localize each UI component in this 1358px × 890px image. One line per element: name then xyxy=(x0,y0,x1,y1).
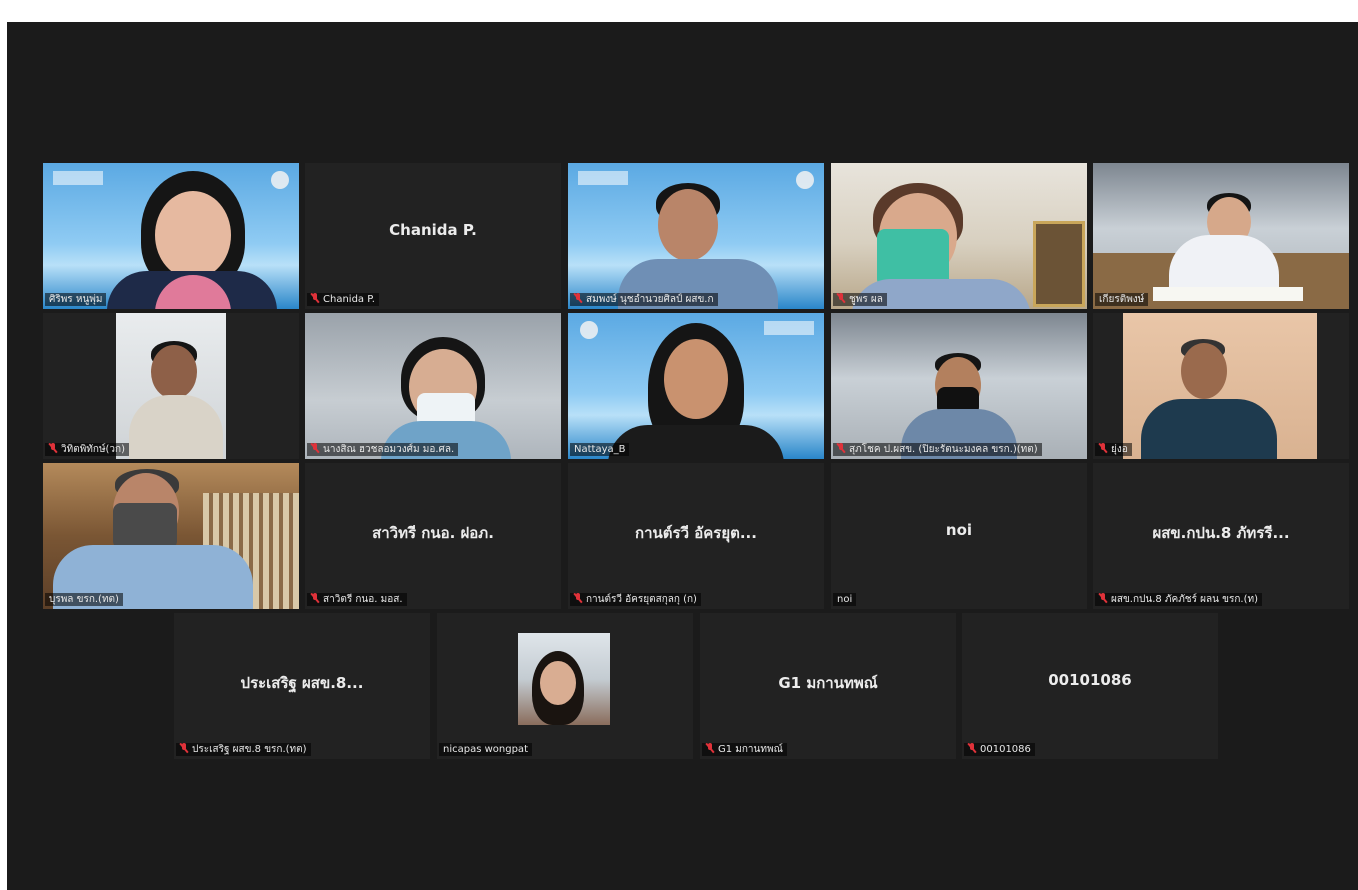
participant-name: เกียรติพงษ์ xyxy=(1095,293,1149,306)
participant-tile[interactable]: สาวิทรี กนอ. ฝอภ. สาวิตรี กนอ. มอส. xyxy=(305,463,561,609)
participant-name: กานต์รวี อัครยุตสกุลกุ (ก) xyxy=(570,593,701,606)
mic-muted-icon xyxy=(837,443,845,453)
participant-tile[interactable]: ศิริพร หนูพุ่ม xyxy=(43,163,299,309)
participant-display-name: ผสข.กปน.8 ภัทรรี... xyxy=(1152,524,1290,542)
mic-muted-icon xyxy=(574,293,582,303)
mic-muted-icon xyxy=(574,593,582,603)
participant-tile-active-speaker[interactable]: Nattaya_B xyxy=(568,313,824,459)
participant-tile[interactable]: ชูพร ผล xyxy=(831,163,1087,309)
participant-display-name: G1 มกานทพณ์ xyxy=(778,674,878,692)
mic-muted-icon xyxy=(968,743,976,753)
mic-muted-icon xyxy=(706,743,714,753)
participant-name: 00101086 xyxy=(964,743,1035,756)
participant-display-name: กานต์รวี อัครยุต... xyxy=(635,524,757,542)
emblem-icon xyxy=(271,171,289,189)
participant-name: ชูพร ผล xyxy=(833,293,887,306)
background-logo xyxy=(53,171,103,185)
participant-display-name: noi xyxy=(945,521,973,539)
participant-tile[interactable]: สุภโชค ป.ผสข. (ปิยะรัตนะมงคล ขรก.)(ทต) xyxy=(831,313,1087,459)
participant-display-name: สาวิทรี กนอ. ฝอภ. xyxy=(372,524,494,542)
background-logo xyxy=(578,171,628,185)
participant-display-name: Chanida P. xyxy=(389,221,477,239)
participant-name: nicapas wongpat xyxy=(439,743,532,756)
participant-name: ประเสริฐ ผสข.8 ขรก.(ทต) xyxy=(176,743,311,756)
participant-name: สุภโชค ป.ผสข. (ปิยะรัตนะมงคล ขรก.)(ทต) xyxy=(833,443,1042,456)
participant-name: Chanida P. xyxy=(307,293,379,306)
participant-tile[interactable]: ยุ่งอ xyxy=(1093,313,1349,459)
participant-name: บุรพล ขรก.(ทต) xyxy=(45,593,123,606)
participant-tile[interactable]: วิทิตพิทักษ์(วก) xyxy=(43,313,299,459)
participant-name: วิทิตพิทักษ์(วก) xyxy=(45,443,130,456)
mic-muted-icon xyxy=(837,293,845,303)
wall-painting xyxy=(1033,221,1085,307)
participant-tile[interactable]: noi noi xyxy=(831,463,1087,609)
participant-tile[interactable]: สมพงษ์ นุชอำนวยศิลป์ ผสข.ก xyxy=(568,163,824,309)
participant-tile[interactable]: Chanida P. Chanida P. xyxy=(305,163,561,309)
participant-tile[interactable]: ผสข.กปน.8 ภัทรรี... ผสข.กปน.8 ภัคภัชร์ ผ… xyxy=(1093,463,1349,609)
participant-tile[interactable]: ประเสริฐ ผสข.8... ประเสริฐ ผสข.8 ขรก.(ทต… xyxy=(174,613,430,759)
avatar xyxy=(518,633,610,725)
mic-muted-icon xyxy=(1099,593,1107,603)
participant-name: สมพงษ์ นุชอำนวยศิลป์ ผสข.ก xyxy=(570,293,718,306)
mic-muted-icon xyxy=(49,443,57,453)
participant-tile[interactable]: G1 มกานทพณ์ G1 มกานทพณ์ xyxy=(700,613,956,759)
participant-name: นางสิณ ฮวชลอมวงศ์ม มอ.ศล. xyxy=(307,443,459,456)
participant-name: สาวิตรี กนอ. มอส. xyxy=(307,593,407,606)
participant-tile[interactable]: บุรพล ขรก.(ทต) xyxy=(43,463,299,609)
participant-tile[interactable]: กานต์รวี อัครยุต... กานต์รวี อัครยุตสกุล… xyxy=(568,463,824,609)
mic-muted-icon xyxy=(311,443,319,453)
participant-name: ผสข.กปน.8 ภัคภัชร์ ผลน ขรก.(ท) xyxy=(1095,593,1262,606)
meeting-gallery: ศิริพร หนูพุ่ม Chanida P. Chanida P. สมพ… xyxy=(7,22,1358,890)
participant-name: noi xyxy=(833,593,857,606)
papers xyxy=(1153,287,1303,301)
participant-display-name: ประเสริฐ ผสข.8... xyxy=(240,674,364,692)
mic-muted-icon xyxy=(1099,443,1107,453)
participant-tile[interactable]: เกียรติพงษ์ xyxy=(1093,163,1349,309)
participant-name: ศิริพร หนูพุ่ม xyxy=(45,293,107,306)
participant-name: ยุ่งอ xyxy=(1095,443,1132,456)
mic-muted-icon xyxy=(311,293,319,303)
participant-tile[interactable]: 00101086 00101086 xyxy=(962,613,1218,759)
participant-tile[interactable]: nicapas wongpat xyxy=(437,613,693,759)
participant-tile[interactable]: นางสิณ ฮวชลอมวงศ์ม มอ.ศล. xyxy=(305,313,561,459)
emblem-icon xyxy=(796,171,814,189)
emblem-icon xyxy=(580,321,598,339)
background-logo xyxy=(764,321,814,335)
participant-name: Nattaya_B xyxy=(570,443,630,456)
mic-muted-icon xyxy=(180,743,188,753)
mic-muted-icon xyxy=(311,593,319,603)
participant-display-name: 00101086 xyxy=(1048,671,1132,689)
participant-name: G1 มกานทพณ์ xyxy=(702,743,787,756)
